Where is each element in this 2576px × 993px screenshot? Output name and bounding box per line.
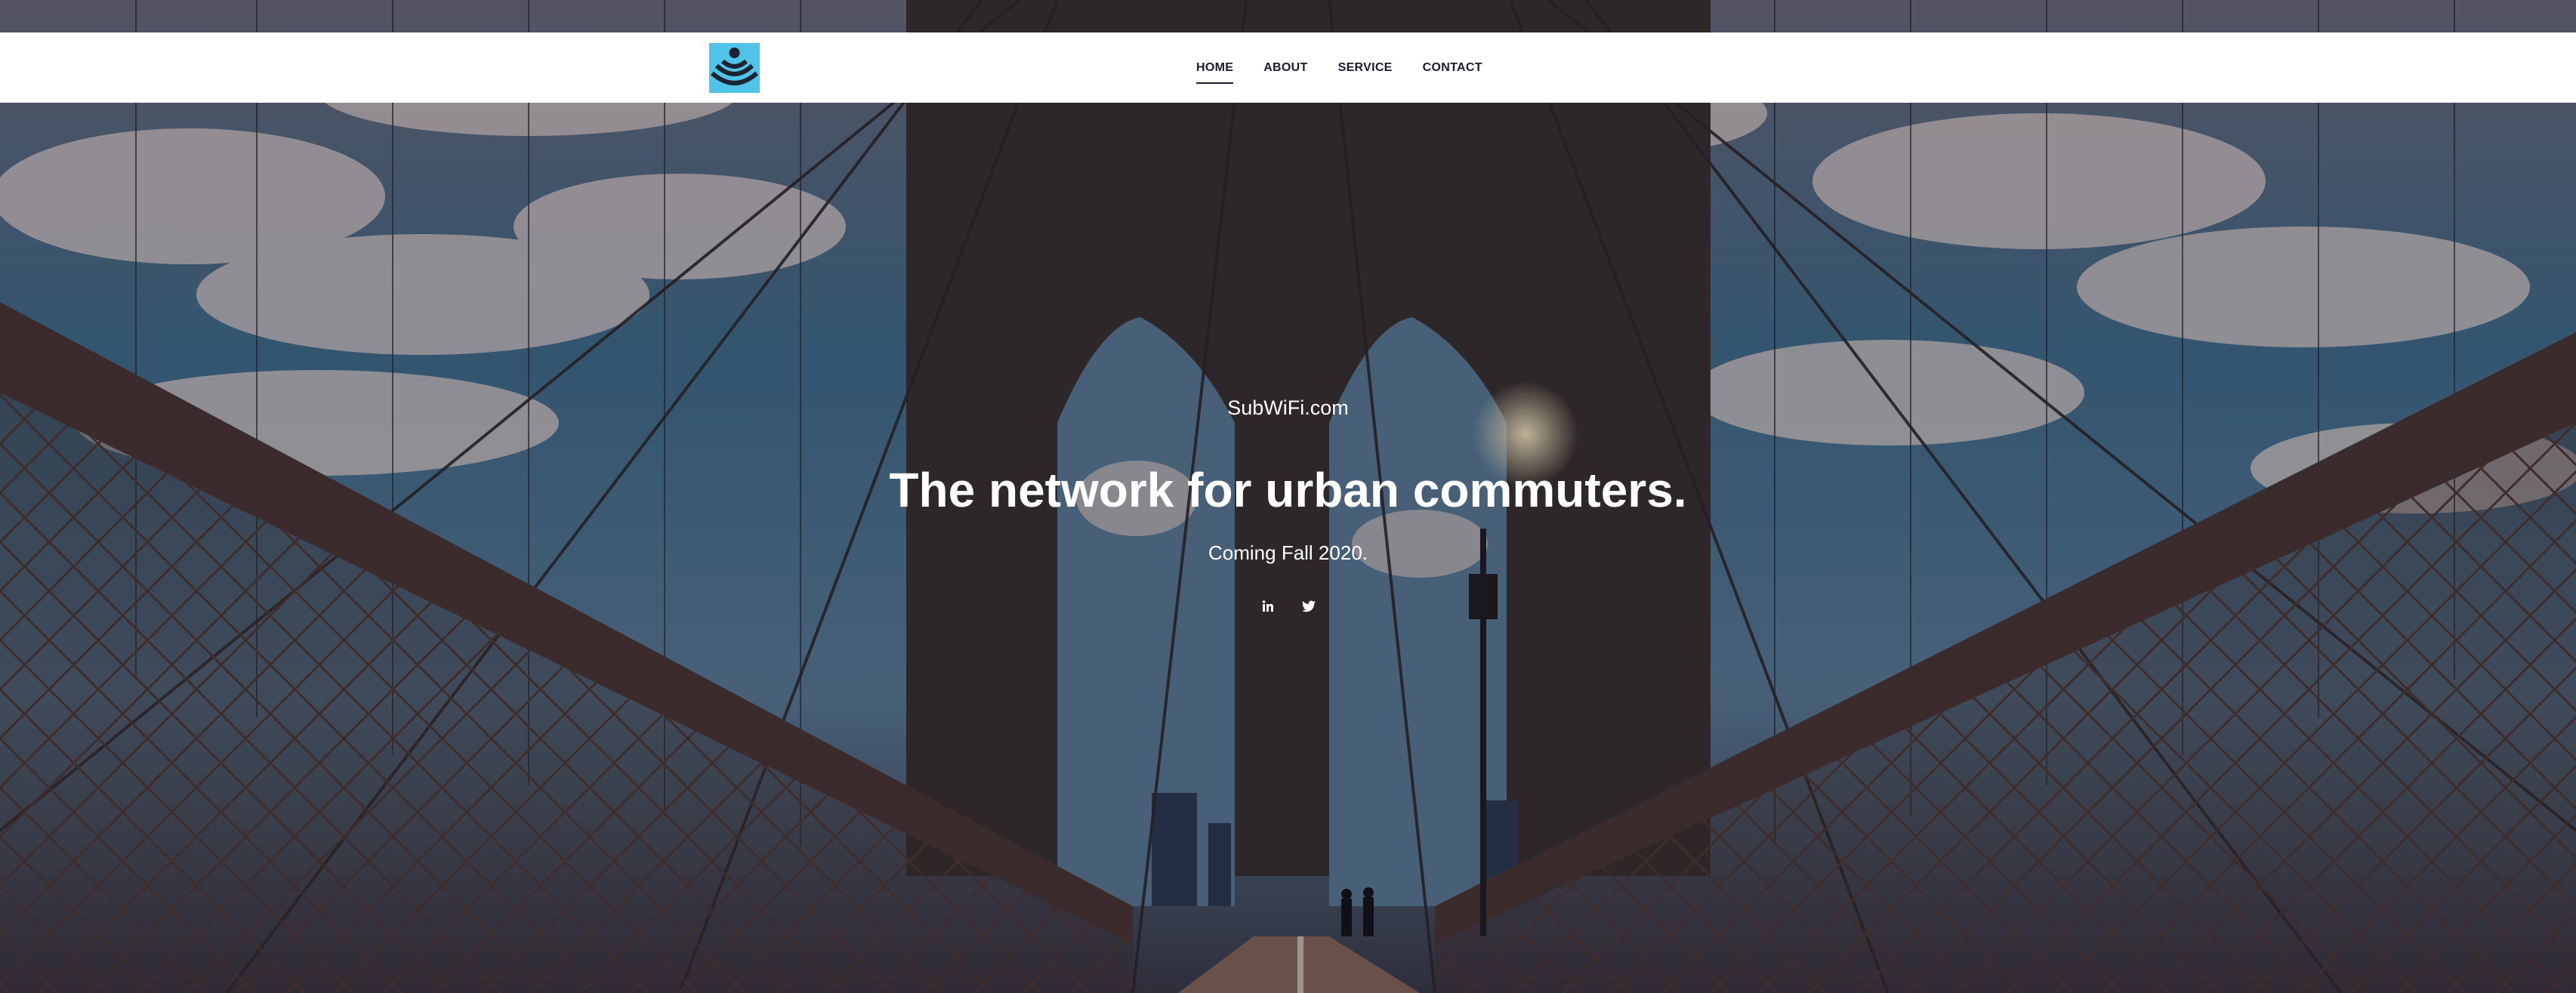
nav-home[interactable]: HOME xyxy=(1196,57,1234,84)
nav-contact[interactable]: CONTACT xyxy=(1423,57,1482,79)
linkedin-link[interactable] xyxy=(1260,598,1276,615)
hero-content: SubWiFi.com The network for urban commut… xyxy=(0,393,2576,615)
hero-tagline: Coming Fall 2020. xyxy=(1208,541,1368,564)
twitter-link[interactable] xyxy=(1300,598,1317,615)
main-nav: HOME ABOUT SERVICE CONTACT xyxy=(1196,32,1513,103)
wifi-person-icon xyxy=(709,43,760,93)
linkedin-icon xyxy=(1262,600,1273,612)
twitter-icon xyxy=(1301,600,1316,612)
social-links xyxy=(0,598,2576,615)
top-navbar: HOME ABOUT SERVICE CONTACT xyxy=(0,32,2576,103)
nav-about[interactable]: ABOUT xyxy=(1263,57,1307,79)
hero-headline: The network for urban commuters. xyxy=(889,463,1687,517)
site-name: SubWiFi.com xyxy=(1227,396,1349,419)
nav-service[interactable]: SERVICE xyxy=(1338,57,1393,79)
logo[interactable] xyxy=(709,43,760,93)
